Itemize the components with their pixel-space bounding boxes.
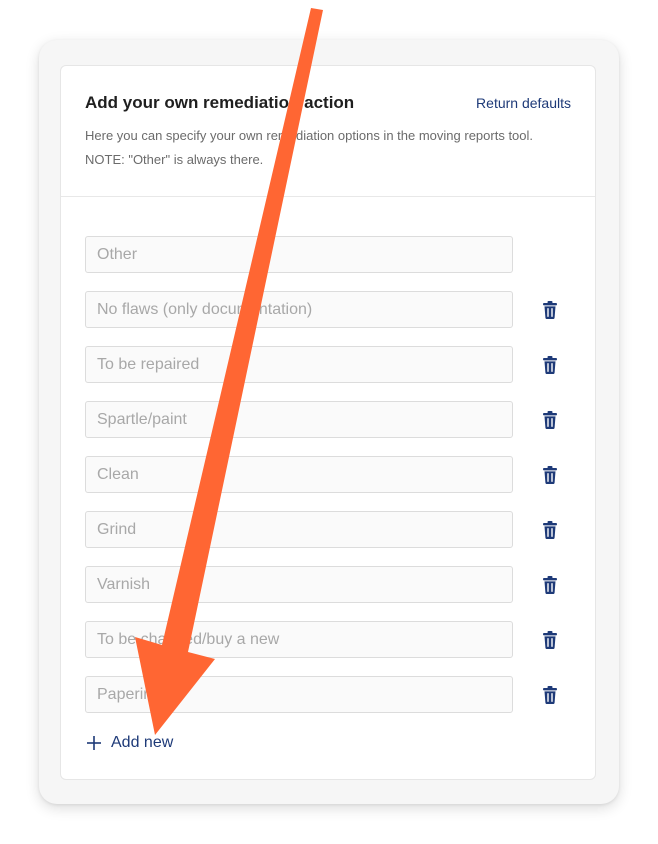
list-item [85,291,575,330]
list-item [85,236,575,275]
page-title: Add your own remediation action [85,93,355,112]
list-item [85,676,575,715]
description-text: Here you can specify your own remediatio… [85,128,534,167]
list-item [85,456,575,495]
trash-icon[interactable] [542,411,558,429]
list-item [85,511,575,550]
trash-icon[interactable] [542,466,558,484]
trash-icon[interactable] [542,686,558,704]
add-new-label: Add new [111,734,174,751]
list-item [85,621,575,660]
trash-icon[interactable] [542,631,558,649]
list-item [85,566,575,605]
remediation-input[interactable] [85,456,513,493]
remediation-input[interactable] [85,291,513,328]
remediation-input[interactable] [85,676,513,713]
remediation-input[interactable] [85,401,513,438]
remediation-input[interactable] [85,621,513,658]
remediation-list [85,236,575,731]
remediation-card: Add your own remediation action Return d… [60,65,596,780]
card-header: Add your own remediation action Return d… [61,66,595,197]
list-item [85,401,575,440]
return-defaults-link[interactable]: Return defaults [476,95,571,111]
dialog-container: Add your own remediation action Return d… [39,40,619,804]
remediation-input[interactable] [85,566,513,603]
remediation-input[interactable] [85,346,513,383]
list-item [85,346,575,385]
add-new-button[interactable]: Add new [87,734,173,752]
remediation-input[interactable] [85,236,513,273]
trash-icon[interactable] [542,356,558,374]
plus-icon [87,736,101,750]
trash-icon[interactable] [542,521,558,539]
remediation-input[interactable] [85,511,513,548]
trash-icon[interactable] [542,301,558,319]
trash-icon[interactable] [542,576,558,594]
